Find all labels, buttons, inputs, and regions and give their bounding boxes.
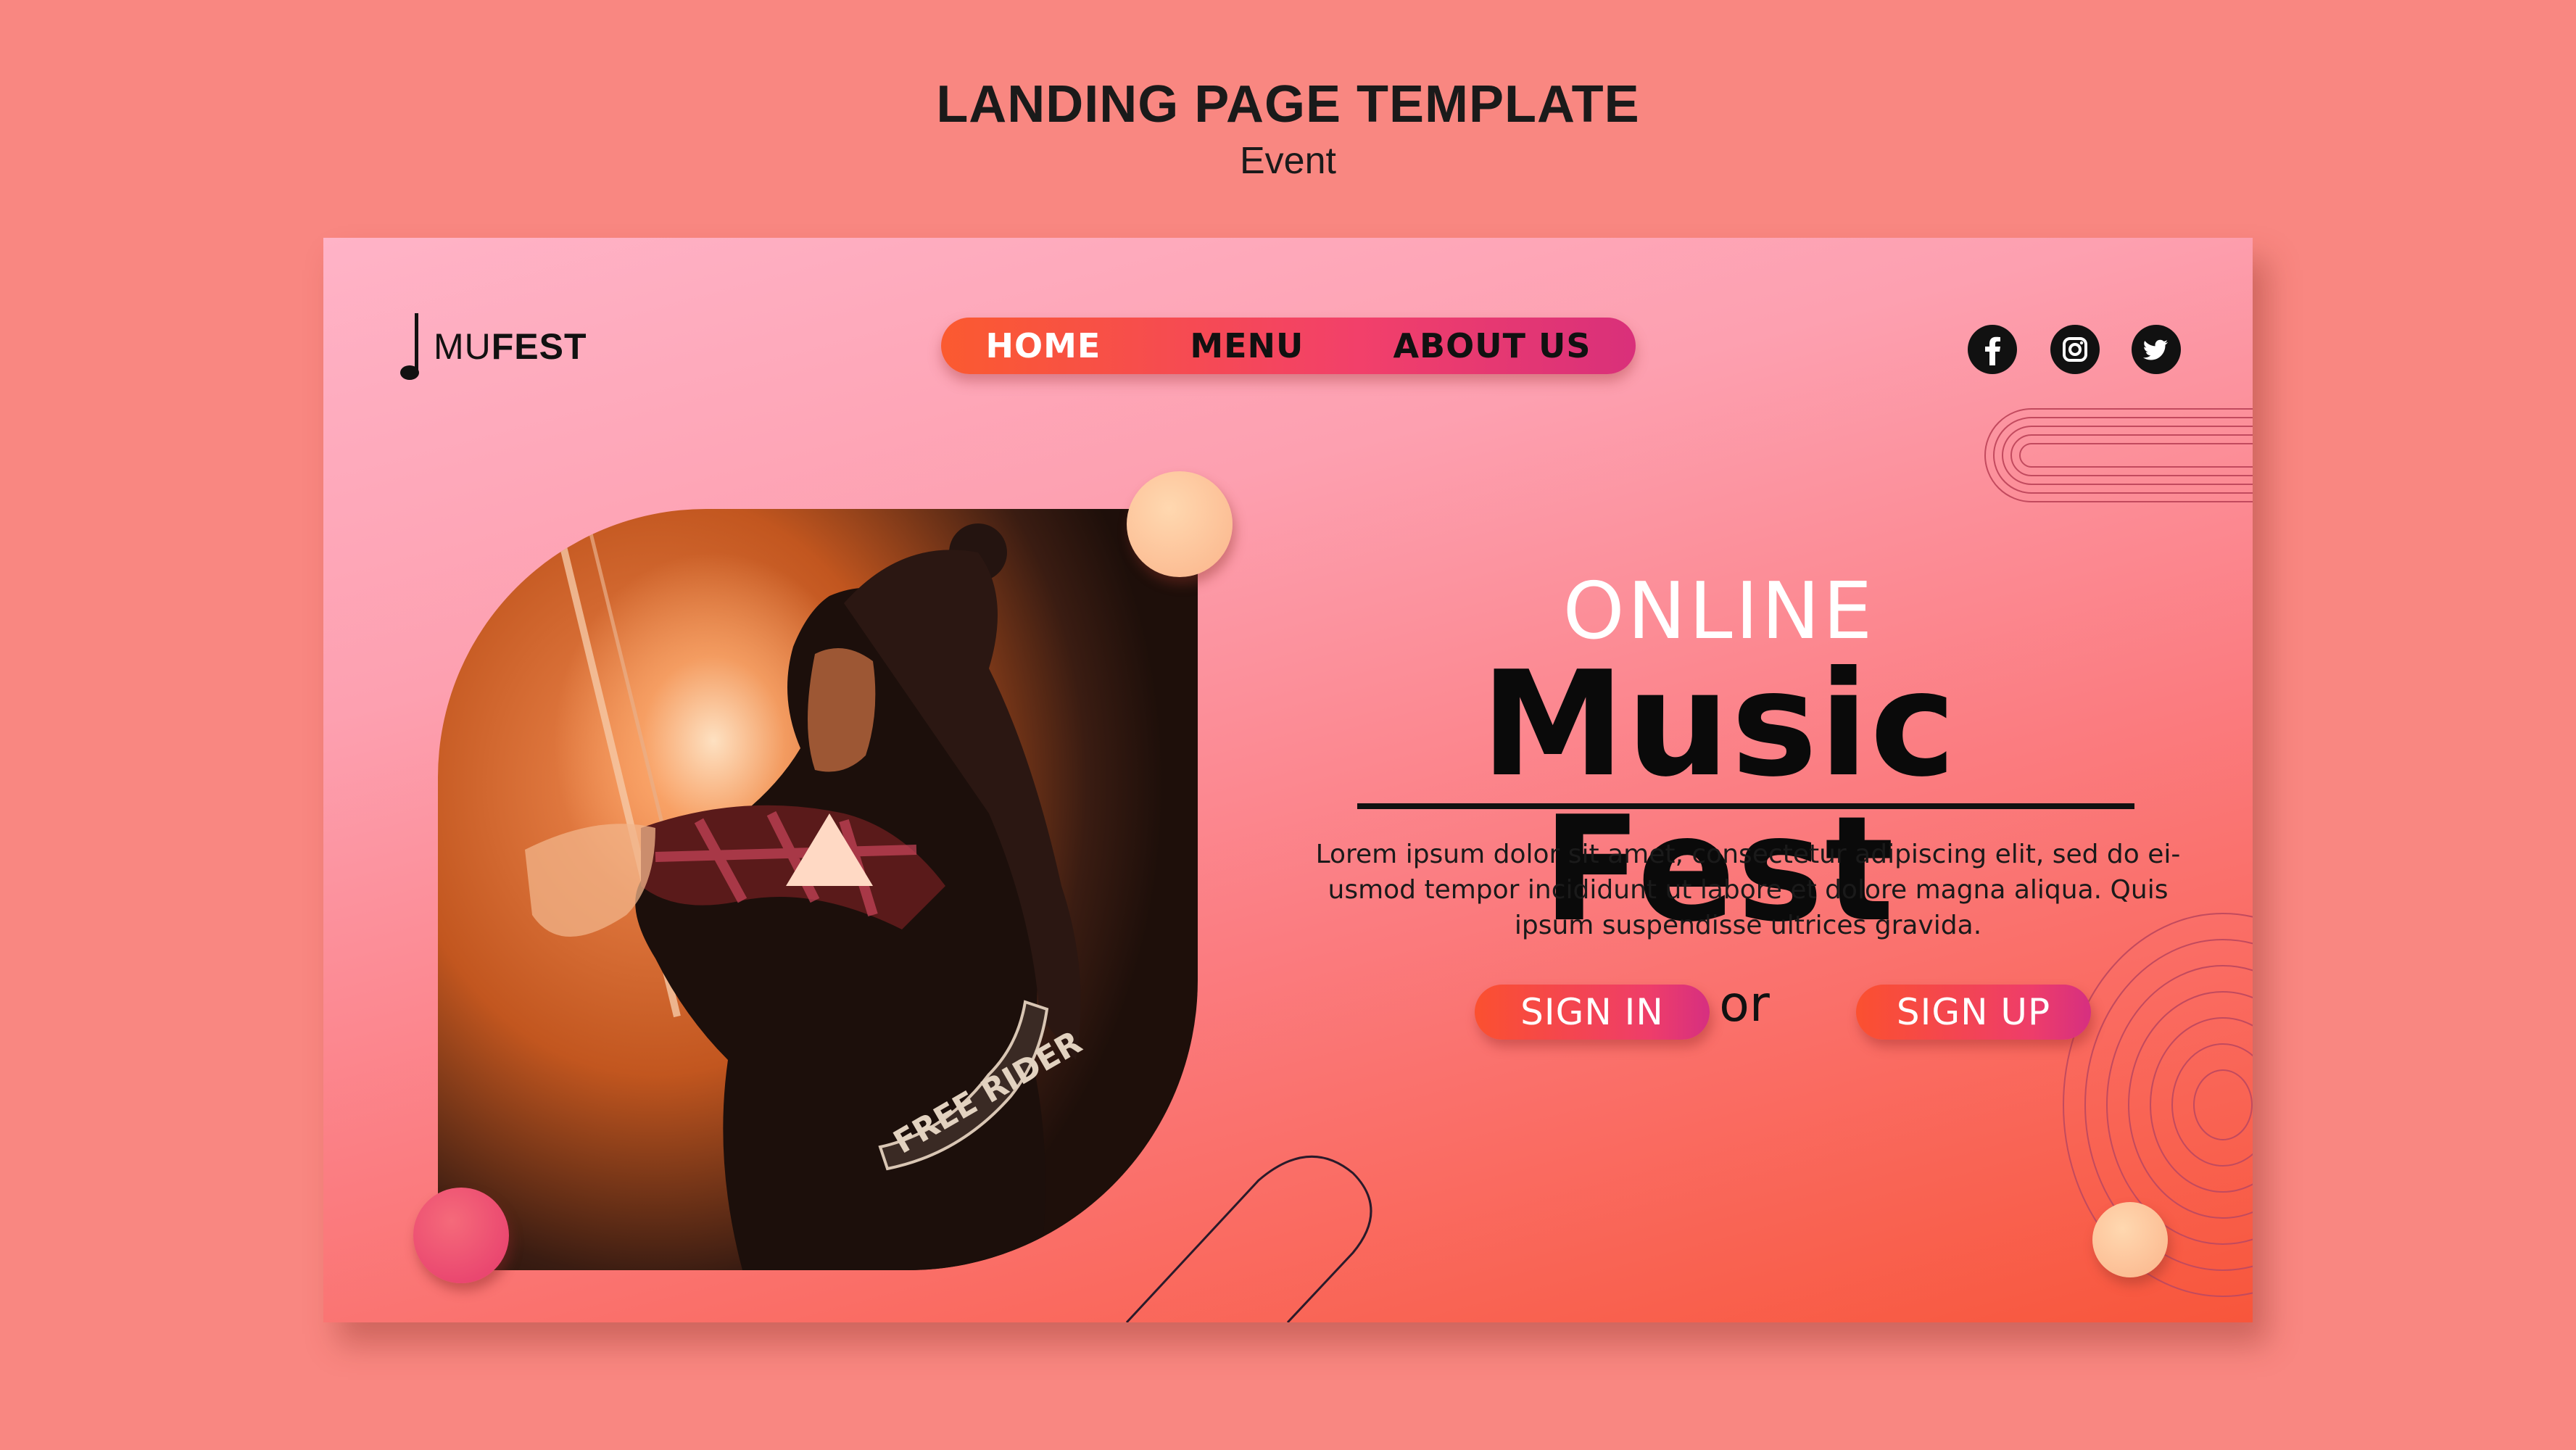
striped-arc-decoration [1984, 408, 2253, 502]
page-heading: LANDING PAGE TEMPLATE [936, 75, 1640, 133]
decorative-circle-peach-small [2092, 1202, 2168, 1277]
sign-in-button[interactable]: SIGN IN [1475, 985, 1710, 1040]
twitter-icon[interactable] [2132, 325, 2181, 374]
decorative-circle-pink [413, 1188, 509, 1283]
page-subheading: Event [1240, 140, 1336, 182]
facebook-icon[interactable] [1968, 325, 2017, 374]
decorative-circle-peach [1127, 471, 1233, 577]
nav-about-us[interactable]: ABOUT US [1393, 326, 1591, 365]
logo-text: MUFEST [434, 326, 587, 367]
instagram-icon[interactable] [2050, 325, 2100, 374]
description-line: ipsum suspendisse ultrices gravida. [1514, 911, 1982, 940]
or-separator: or [1719, 976, 1770, 1033]
site-logo[interactable]: MUFEST [397, 310, 587, 383]
nav-menu[interactable]: MENU [1190, 326, 1304, 365]
hero-description: Lorem ipsum dolor sit amet, consectetur … [1309, 837, 2187, 943]
landing-card: MUFEST HOME MENU ABOUT US FREE RIDER ONL… [323, 238, 2253, 1322]
description-line: usmod tempor incididunt ut labore et dol… [1328, 875, 2169, 905]
sign-up-button[interactable]: SIGN UP [1856, 985, 2091, 1040]
nav-home[interactable]: HOME [986, 326, 1101, 365]
music-note-icon [397, 310, 429, 383]
title-underline [1357, 803, 2134, 809]
hero-eyebrow: ONLINE [1562, 566, 1876, 657]
hero-photo: FREE RIDER [438, 509, 1198, 1270]
description-line: Lorem ipsum dolor sit amet, consectetur … [1315, 840, 2181, 869]
main-nav: HOME MENU ABOUT US [941, 318, 1636, 374]
